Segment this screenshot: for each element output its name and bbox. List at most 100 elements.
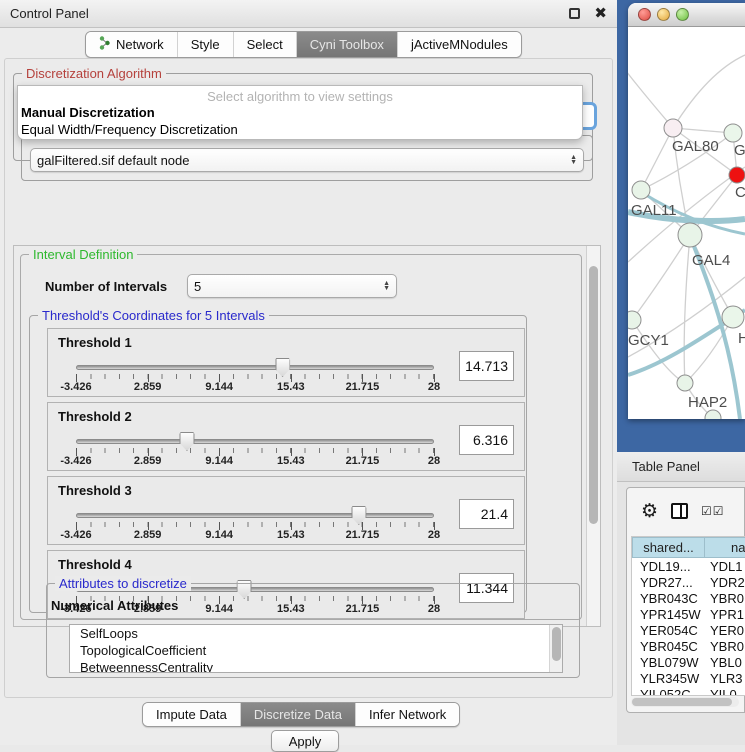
- table-row[interactable]: YBR045C YBR0: [632, 638, 745, 654]
- combo-stepper-icon[interactable]: ▲▼: [564, 155, 577, 165]
- cell-name[interactable]: YBR0: [705, 590, 745, 606]
- table-row[interactable]: YBR043C YBR0: [632, 590, 745, 606]
- cell-shared[interactable]: YDR27...: [632, 574, 705, 590]
- table-row[interactable]: YER054C YER0: [632, 622, 745, 638]
- bottom-tab-bar: Impute Data Discretize Data Infer Networ…: [142, 702, 460, 727]
- node-gal4[interactable]: [678, 223, 702, 247]
- table-row[interactable]: YDR27... YDR2: [632, 574, 745, 590]
- tab-impute-data[interactable]: Impute Data: [143, 703, 240, 726]
- minimize-traffic-light-icon[interactable]: [657, 8, 670, 21]
- cell-shared[interactable]: YDL19...: [632, 558, 705, 574]
- float-window-icon[interactable]: [569, 8, 580, 19]
- table-row[interactable]: YIL052C YIL0: [632, 686, 745, 696]
- zoom-traffic-light-icon[interactable]: [676, 8, 689, 21]
- node-hap2[interactable]: [677, 375, 693, 391]
- node-label-gal11: GAL11: [631, 202, 677, 219]
- cell-shared[interactable]: YLR345W: [632, 670, 705, 686]
- apply-button[interactable]: Apply: [271, 730, 339, 752]
- threshold-1-value-field[interactable]: 14.713: [459, 351, 514, 381]
- tab-network[interactable]: Network: [86, 32, 177, 57]
- algorithm-dropdown-popup: Select algorithm to view settings Manual…: [17, 85, 583, 140]
- tab-network-label: Network: [116, 37, 164, 52]
- cell-shared[interactable]: YBL079W: [632, 654, 705, 670]
- node-partial-right[interactable]: [722, 306, 744, 328]
- threshold-2-slider[interactable]: -3.426 2.859 9.144 15.43 21.715 28: [76, 433, 434, 467]
- cell-shared[interactable]: YER054C: [632, 622, 705, 638]
- slider-track[interactable]: [76, 365, 434, 370]
- threshold-4-label: Threshold 4: [58, 557, 132, 572]
- cell-shared[interactable]: YBR045C: [632, 638, 705, 654]
- intervals-stepper-icon[interactable]: ▲▼: [377, 281, 390, 291]
- tab-infer-network-label: Infer Network: [369, 707, 446, 722]
- gear-icon[interactable]: ⚙: [641, 502, 658, 521]
- node-gal11[interactable]: [632, 181, 650, 199]
- close-traffic-light-icon[interactable]: [638, 8, 651, 21]
- column-header-name[interactable]: na: [705, 537, 745, 558]
- tab-style[interactable]: Style: [177, 32, 233, 57]
- table-horizontal-scrollbar[interactable]: [631, 697, 739, 707]
- cell-name[interactable]: YBL0: [705, 654, 745, 670]
- node-label-gal4: GAL4: [692, 252, 730, 269]
- tab-select[interactable]: Select: [233, 32, 296, 57]
- close-icon[interactable]: ✖: [594, 8, 607, 19]
- node-gcy1[interactable]: [628, 311, 641, 329]
- tab-cyni-toolbox[interactable]: Cyni Toolbox: [296, 32, 397, 57]
- columns-icon[interactable]: [671, 503, 688, 519]
- control-panel: Control Panel ✖ Network: [0, 0, 617, 745]
- number-of-intervals-label: Number of Intervals: [45, 279, 167, 294]
- cell-name[interactable]: YPR1: [705, 606, 745, 622]
- scrollbar-thumb[interactable]: [589, 266, 598, 524]
- scrollbar-thumb[interactable]: [552, 627, 561, 661]
- column-header-shared[interactable]: shared...: [632, 537, 705, 558]
- node-partial-top[interactable]: [724, 124, 742, 142]
- table-row[interactable]: YPR145W YPR1: [632, 606, 745, 622]
- node-gal80[interactable]: [664, 119, 682, 137]
- list-item-selfloops[interactable]: SelfLoops: [70, 625, 562, 642]
- list-item-topologicalcoefficient[interactable]: TopologicalCoefficient: [70, 642, 562, 659]
- threshold-2-panel: Threshold 2 -3.426 2.859 9.: [47, 402, 525, 471]
- threshold-3-value-field[interactable]: 21.4: [459, 499, 514, 529]
- cell-name[interactable]: YLR3: [705, 670, 745, 686]
- cell-shared[interactable]: YPR145W: [632, 606, 705, 622]
- tab-jactivemnodules-label: jActiveMNodules: [411, 37, 508, 52]
- threshold-3-slider[interactable]: -3.426 2.859 9.144 15.43 21.715 28: [76, 507, 434, 541]
- tab-jactivemnodules[interactable]: jActiveMNodules: [397, 32, 521, 57]
- table-row[interactable]: YDL19... YDL1: [632, 558, 745, 574]
- popup-item-equal-width-frequency[interactable]: Equal Width/Frequency Discretization: [18, 121, 582, 138]
- table-row[interactable]: YLR345W YLR3: [632, 670, 745, 686]
- cell-shared[interactable]: YIL052C: [632, 686, 705, 696]
- threshold-2-value-field[interactable]: 6.316: [459, 425, 514, 455]
- table-data-combo[interactable]: galFiltered.sif default node ▲▼: [30, 148, 584, 172]
- number-of-intervals-combo[interactable]: 5 ▲▼: [187, 274, 397, 298]
- node-bottom-partial[interactable]: [705, 410, 721, 419]
- cell-name[interactable]: YER0: [705, 622, 745, 638]
- list-item-betweennesscentrality[interactable]: BetweennessCentrality: [70, 659, 562, 673]
- tab-infer-network[interactable]: Infer Network: [355, 703, 459, 726]
- interval-vertical-scrollbar[interactable]: [586, 246, 600, 626]
- discretization-algorithm-title: Discretization Algorithm: [22, 66, 166, 81]
- cell-name[interactable]: YBR0: [705, 638, 745, 654]
- attributes-group: Attributes to discretize Numerical Attri…: [46, 583, 580, 678]
- slider-track[interactable]: [76, 513, 434, 518]
- checkboxes-icon[interactable]: ☑☑: [701, 504, 725, 518]
- popup-hint: Select algorithm to view settings: [18, 86, 582, 104]
- table-panel-titlebar: Table Panel: [617, 452, 745, 482]
- node-highlighted-red[interactable]: [729, 167, 745, 183]
- cell-name[interactable]: YDR2: [705, 574, 745, 590]
- popup-item-manual-discretization[interactable]: Manual Discretization: [18, 104, 582, 121]
- tab-discretize-data-label: Discretize Data: [254, 707, 342, 722]
- cell-name[interactable]: YIL0: [705, 686, 745, 696]
- node-label-gcy1: GCY1: [628, 332, 669, 349]
- slider-tick-labels: -3.426 2.859 9.144 15.43 21.715 28: [76, 381, 434, 393]
- network-canvas[interactable]: GAL80 GA C GAL11 GAL4 H GCY1 HAP2: [628, 27, 745, 419]
- cell-shared[interactable]: YBR043C: [632, 590, 705, 606]
- right-zone: GAL80 GA C GAL11 GAL4 H GCY1 HAP2 Table …: [617, 0, 745, 745]
- threshold-1-slider[interactable]: -3.426 2.859 9.144 15.43 21.715 28: [76, 359, 434, 393]
- table-row[interactable]: YBL079W YBL0: [632, 654, 745, 670]
- tab-discretize-data[interactable]: Discretize Data: [240, 703, 355, 726]
- slider-track[interactable]: [76, 439, 434, 444]
- attributes-scrollbar[interactable]: [549, 625, 562, 672]
- scrollbar-thumb[interactable]: [632, 698, 732, 706]
- cell-name[interactable]: YDL1: [705, 558, 745, 574]
- numerical-attributes-label: Numerical Attributes: [51, 598, 178, 613]
